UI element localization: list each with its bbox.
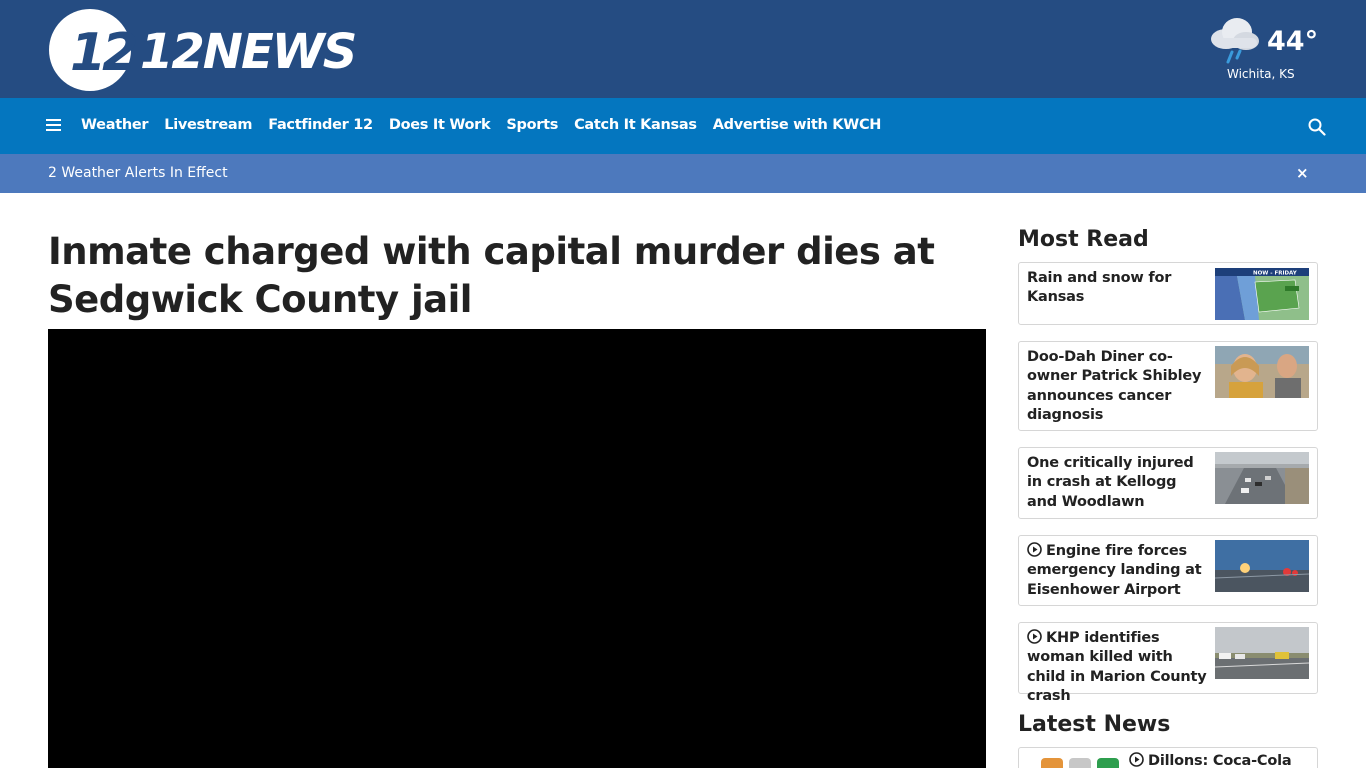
- nav-item-weather[interactable]: Weather: [81, 115, 149, 135]
- most-read-item-title[interactable]: Doo-Dah Diner co-owner Patrick Shibley a…: [1027, 348, 1209, 425]
- dillons-thumbnail[interactable]: [1037, 754, 1131, 768]
- main-navigation: Weather Livestream Factfinder 12 Does It…: [0, 98, 1366, 154]
- nav-item-advertise[interactable]: Advertise with KWCH: [713, 115, 882, 135]
- weather-alert-bar[interactable]: 2 Weather Alerts In Effect ×: [0, 154, 1366, 193]
- latest-news-heading: Latest News: [1018, 712, 1171, 737]
- play-video-icon: [1027, 629, 1042, 644]
- weather-location: Wichita, KS: [1227, 67, 1295, 81]
- svg-text:12: 12: [70, 23, 136, 83]
- play-video-icon: [1129, 752, 1144, 767]
- nav-item-factfinder-12[interactable]: Factfinder 12: [268, 115, 373, 135]
- most-read-item[interactable]: One critically injured in crash at Kello…: [1018, 447, 1318, 519]
- latest-news-item[interactable]: Dillons: Coca-Cola: [1018, 747, 1318, 768]
- latest-news-item-title[interactable]: Dillons: Coca-Cola: [1129, 752, 1309, 768]
- weather-temperature: 44°: [1267, 26, 1319, 57]
- diner-owners-thumbnail[interactable]: [1215, 346, 1309, 398]
- airport-thumbnail[interactable]: [1215, 540, 1309, 592]
- most-read-item[interactable]: KHP identifies woman killed with child i…: [1018, 622, 1318, 704]
- hamburger-menu-icon[interactable]: [46, 118, 62, 132]
- most-read-item-title-text[interactable]: KHP identifies woman killed with child i…: [1027, 630, 1207, 704]
- weather-widget[interactable]: 44° Wichita, KS: [1206, 14, 1318, 86]
- latest-news-item-title-text[interactable]: Dillons: Coca-Cola: [1148, 753, 1292, 768]
- most-read-item-title[interactable]: One critically injured in crash at Kello…: [1027, 454, 1209, 512]
- search-icon[interactable]: [1308, 118, 1326, 136]
- close-icon[interactable]: ×: [1296, 163, 1309, 183]
- article-headline: Inmate charged with capital murder dies …: [48, 230, 935, 321]
- site-header: 12 12NEWS 44° Wichita, KS: [0, 0, 1366, 98]
- nav-links: Weather Livestream Factfinder 12 Does It…: [81, 115, 897, 135]
- weather-map-label: NOW - FRIDAY: [1253, 271, 1298, 277]
- logo-wordmark: 12NEWS: [140, 24, 357, 80]
- play-video-icon: [1027, 542, 1042, 557]
- most-read-item[interactable]: Engine fire forces emergency landing at …: [1018, 535, 1318, 606]
- crash-scene-thumbnail[interactable]: [1215, 627, 1309, 679]
- nav-item-does-it-work[interactable]: Does It Work: [389, 115, 491, 135]
- video-player[interactable]: [48, 329, 986, 768]
- nav-item-sports[interactable]: Sports: [506, 115, 558, 135]
- site-logo[interactable]: 12 12NEWS: [48, 8, 357, 92]
- most-read-item-title-text[interactable]: Engine fire forces emergency landing at …: [1027, 543, 1202, 598]
- rain-cloud-icon: [1211, 18, 1259, 64]
- most-read-item-title[interactable]: KHP identifies woman killed with child i…: [1027, 629, 1209, 706]
- nav-item-catch-it-kansas[interactable]: Catch It Kansas: [574, 115, 697, 135]
- most-read-heading: Most Read: [1018, 227, 1149, 252]
- weather-alert-text[interactable]: 2 Weather Alerts In Effect: [48, 164, 228, 183]
- most-read-item-title[interactable]: Rain and snow for Kansas: [1027, 269, 1209, 308]
- most-read-item-title[interactable]: Engine fire forces emergency landing at …: [1027, 542, 1209, 600]
- highway-crash-thumbnail[interactable]: [1215, 452, 1309, 504]
- most-read-item[interactable]: Doo-Dah Diner co-owner Patrick Shibley a…: [1018, 341, 1318, 431]
- nav-item-livestream[interactable]: Livestream: [164, 115, 252, 135]
- weather-map-thumbnail[interactable]: NOW - FRIDAY: [1215, 268, 1309, 320]
- most-read-item[interactable]: Rain and snow for Kansas NOW - FRIDAY: [1018, 262, 1318, 325]
